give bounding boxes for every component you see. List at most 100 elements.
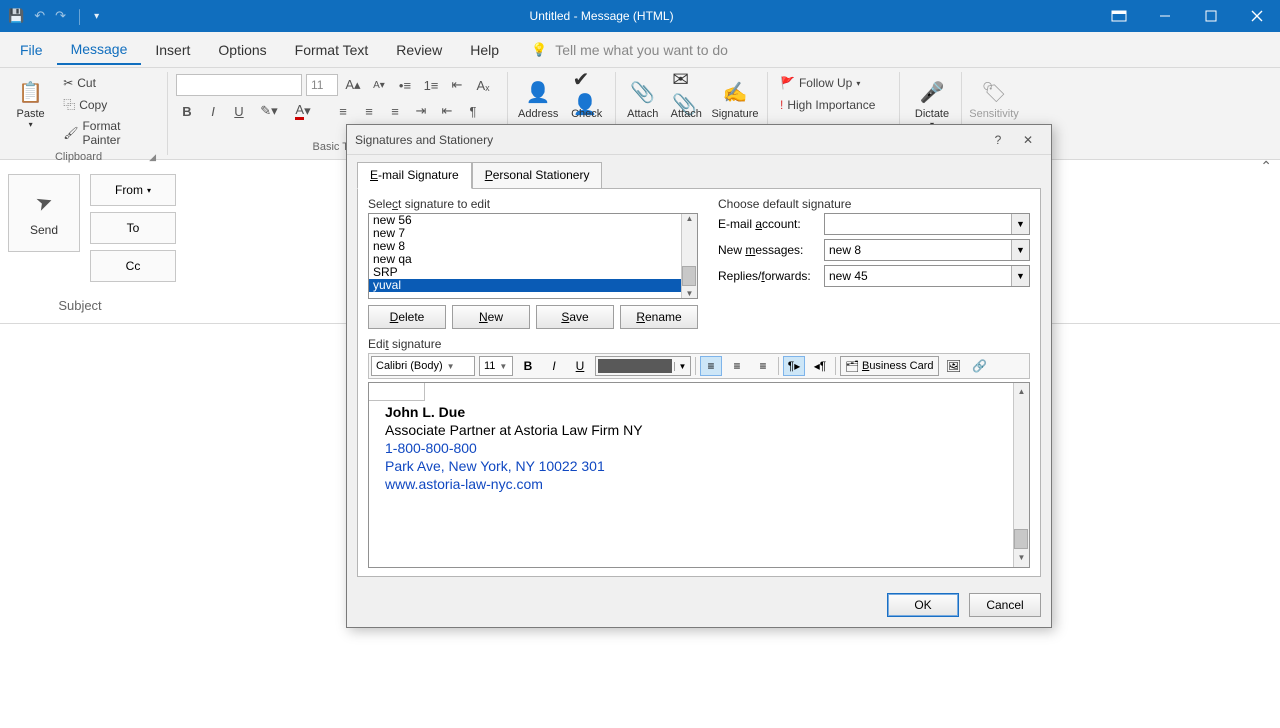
sensitivity-button[interactable]: 🏷Sensitivity — [970, 74, 1018, 124]
clear-format-icon[interactable]: Aₓ — [472, 74, 494, 96]
tab-options[interactable]: Options — [204, 36, 280, 64]
save-button[interactable]: Save — [536, 305, 614, 329]
chevron-down-icon: ▼ — [1011, 240, 1029, 260]
new-messages-label: New messages: — [718, 243, 818, 257]
attach-item-icon: ✉📎 — [672, 78, 700, 106]
tab-file[interactable]: File — [6, 36, 57, 64]
font-color-icon[interactable]: A▾ — [288, 100, 318, 122]
rtl-button[interactable]: ◂¶ — [809, 356, 831, 376]
shrink-font-icon[interactable]: A▾ — [368, 74, 390, 96]
scroll-thumb[interactable] — [682, 266, 696, 286]
ltr-button[interactable]: ¶▸ — [783, 356, 805, 376]
tab-help[interactable]: Help — [456, 36, 513, 64]
attach-item-button[interactable]: ✉📎Attach — [668, 74, 706, 124]
dialog-titlebar[interactable]: Signatures and Stationery ? ✕ — [347, 125, 1051, 155]
qat-customize-icon[interactable]: ▾ — [94, 11, 99, 22]
highlight-icon[interactable]: ✎▾ — [254, 100, 284, 122]
dialog-close-button[interactable]: ✕ — [1013, 133, 1043, 147]
font-name-combo[interactable] — [176, 74, 302, 96]
align-right-button[interactable]: ≡ — [752, 356, 774, 376]
italic-icon[interactable]: I — [202, 100, 224, 122]
list-item[interactable]: SRP — [369, 266, 697, 279]
cc-button[interactable]: Cc — [90, 250, 176, 282]
close-button[interactable] — [1234, 0, 1280, 32]
save-icon[interactable]: 💾 — [8, 8, 24, 24]
maximize-button[interactable] — [1188, 0, 1234, 32]
underline-icon[interactable]: U — [228, 100, 250, 122]
sig-website: www.astoria-law-nyc.com — [385, 475, 1013, 493]
high-importance-button[interactable]: !High Importance — [776, 96, 891, 114]
bold-icon[interactable]: B — [176, 100, 198, 122]
dialog-help-button[interactable]: ? — [983, 133, 1013, 147]
format-painter-button[interactable]: 🖌Format Painter — [59, 117, 159, 149]
tab-review[interactable]: Review — [382, 36, 456, 64]
copy-button[interactable]: ⿻Copy — [59, 94, 159, 115]
numbering-icon[interactable]: 1≡ — [420, 74, 442, 96]
align-center-button[interactable]: ≡ — [726, 356, 748, 376]
attach-file-button[interactable]: 📎Attach — [624, 74, 662, 124]
undo-icon[interactable]: ↶ — [34, 8, 45, 24]
list-item[interactable]: new qa — [369, 253, 697, 266]
sig-title: Associate Partner at Astoria Law Firm NY — [385, 421, 1013, 439]
redo-icon[interactable]: ↷ — [55, 8, 66, 24]
insert-link-button[interactable]: 🔗 — [969, 356, 991, 376]
italic-button[interactable]: I — [543, 356, 565, 376]
paste-button[interactable]: 📋 Paste ▾ — [8, 74, 53, 133]
align-center-icon[interactable]: ≡ — [358, 100, 380, 122]
list-item-selected[interactable]: yuval — [369, 279, 697, 292]
tab-format-text[interactable]: Format Text — [281, 36, 383, 64]
send-button[interactable]: ➤ Send — [8, 174, 80, 252]
bold-button[interactable]: B — [517, 356, 539, 376]
ok-button[interactable]: OK — [887, 593, 959, 617]
tab-message[interactable]: Message — [57, 35, 142, 65]
grow-font-icon[interactable]: A▴ — [342, 74, 364, 96]
outdent2-icon[interactable]: ⇤ — [436, 100, 458, 122]
check-names-button[interactable]: ✔👤Check — [566, 74, 607, 124]
email-account-label: E-mail account: — [718, 217, 818, 231]
from-button[interactable]: From▾ — [90, 174, 176, 206]
font-name-select[interactable]: Calibri (Body)▼ — [371, 356, 475, 376]
tab-insert[interactable]: Insert — [141, 36, 204, 64]
signature-button[interactable]: ✍Signature — [711, 74, 759, 124]
list-item[interactable]: new 8 — [369, 240, 697, 253]
ribbon-display-icon[interactable] — [1096, 10, 1142, 22]
font-size-combo[interactable]: 11 — [306, 74, 338, 96]
insert-picture-button[interactable]: 🖼 — [943, 356, 965, 376]
cancel-button[interactable]: Cancel — [969, 593, 1041, 617]
signature-editor[interactable]: John L. Due Associate Partner at Astoria… — [368, 382, 1030, 568]
email-account-select[interactable]: ▼ — [824, 213, 1030, 235]
new-button[interactable]: New — [452, 305, 530, 329]
editor-scroll-thumb[interactable] — [1014, 529, 1028, 549]
outdent-icon[interactable]: ⇤ — [446, 74, 468, 96]
minimize-button[interactable] — [1142, 0, 1188, 32]
list-item[interactable]: new 56 — [369, 214, 697, 227]
delete-button[interactable]: Delete — [368, 305, 446, 329]
tab-email-signature[interactable]: E-mail Signature — [357, 162, 472, 189]
new-messages-select[interactable]: new 8▼ — [824, 239, 1030, 261]
bullets-icon[interactable]: •≡ — [394, 74, 416, 96]
font-size-select[interactable]: 11▼ — [479, 356, 513, 376]
business-card-button[interactable]: 🗂Business Card — [840, 356, 939, 376]
list-item[interactable]: new 7 — [369, 227, 697, 240]
paragraph-icon[interactable]: ¶ — [462, 100, 484, 122]
tab-personal-stationery[interactable]: Personal Stationery — [472, 162, 603, 189]
tell-me-search[interactable]: 💡 Tell me what you want to do — [531, 42, 728, 58]
font-color-select[interactable]: ▼ — [595, 356, 691, 376]
to-button[interactable]: To — [90, 212, 176, 244]
chevron-down-icon: ▼ — [1011, 266, 1029, 286]
sig-phone: 1-800-800-800 — [385, 439, 1013, 457]
align-left-icon[interactable]: ≡ — [332, 100, 354, 122]
signature-list[interactable]: new 56 new 7 new 8 new qa SRP yuval ▲▼ — [368, 213, 698, 299]
align-left-button[interactable]: ≡ — [700, 356, 722, 376]
underline-button[interactable]: U — [569, 356, 591, 376]
clipboard-dialog-launcher[interactable]: ◢ — [149, 152, 159, 163]
address-book-button[interactable]: 👤Address — [516, 74, 560, 124]
cut-button[interactable]: ✂Cut — [59, 74, 159, 92]
follow-up-button[interactable]: 🚩Follow Up▾ — [776, 74, 891, 92]
replies-select[interactable]: new 45▼ — [824, 265, 1030, 287]
collapse-ribbon-icon[interactable]: ⌃ — [1260, 158, 1272, 175]
indent-icon[interactable]: ⇥ — [410, 100, 432, 122]
rename-button[interactable]: Rename — [620, 305, 698, 329]
edit-signature-label: Edit signature — [368, 337, 1030, 351]
align-right-icon[interactable]: ≡ — [384, 100, 406, 122]
